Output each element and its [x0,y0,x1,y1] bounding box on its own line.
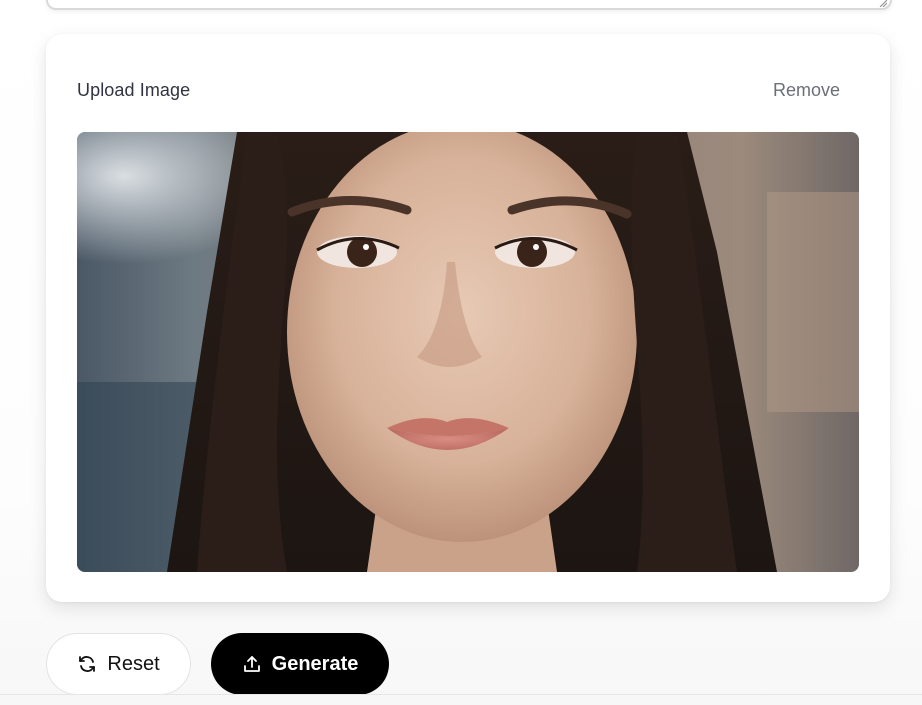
resize-handle-icon[interactable] [877,0,887,7]
reset-button[interactable]: Reset [46,633,191,695]
refresh-icon [77,654,97,674]
uploaded-photo [77,132,859,572]
divider [0,694,922,695]
page: Upload Image Remove Reset Generate [0,0,922,705]
upload-card-header: Upload Image Remove [77,78,840,102]
generate-button[interactable]: Generate [211,633,389,695]
prompt-textarea[interactable] [46,0,892,10]
generate-label: Generate [271,652,359,675]
remove-button[interactable]: Remove [773,80,840,101]
image-preview[interactable] [77,132,859,572]
upload-image-label: Upload Image [77,79,191,100]
reset-label: Reset [107,652,160,675]
upload-card: Upload Image Remove [46,34,890,602]
upload-icon [242,654,262,674]
